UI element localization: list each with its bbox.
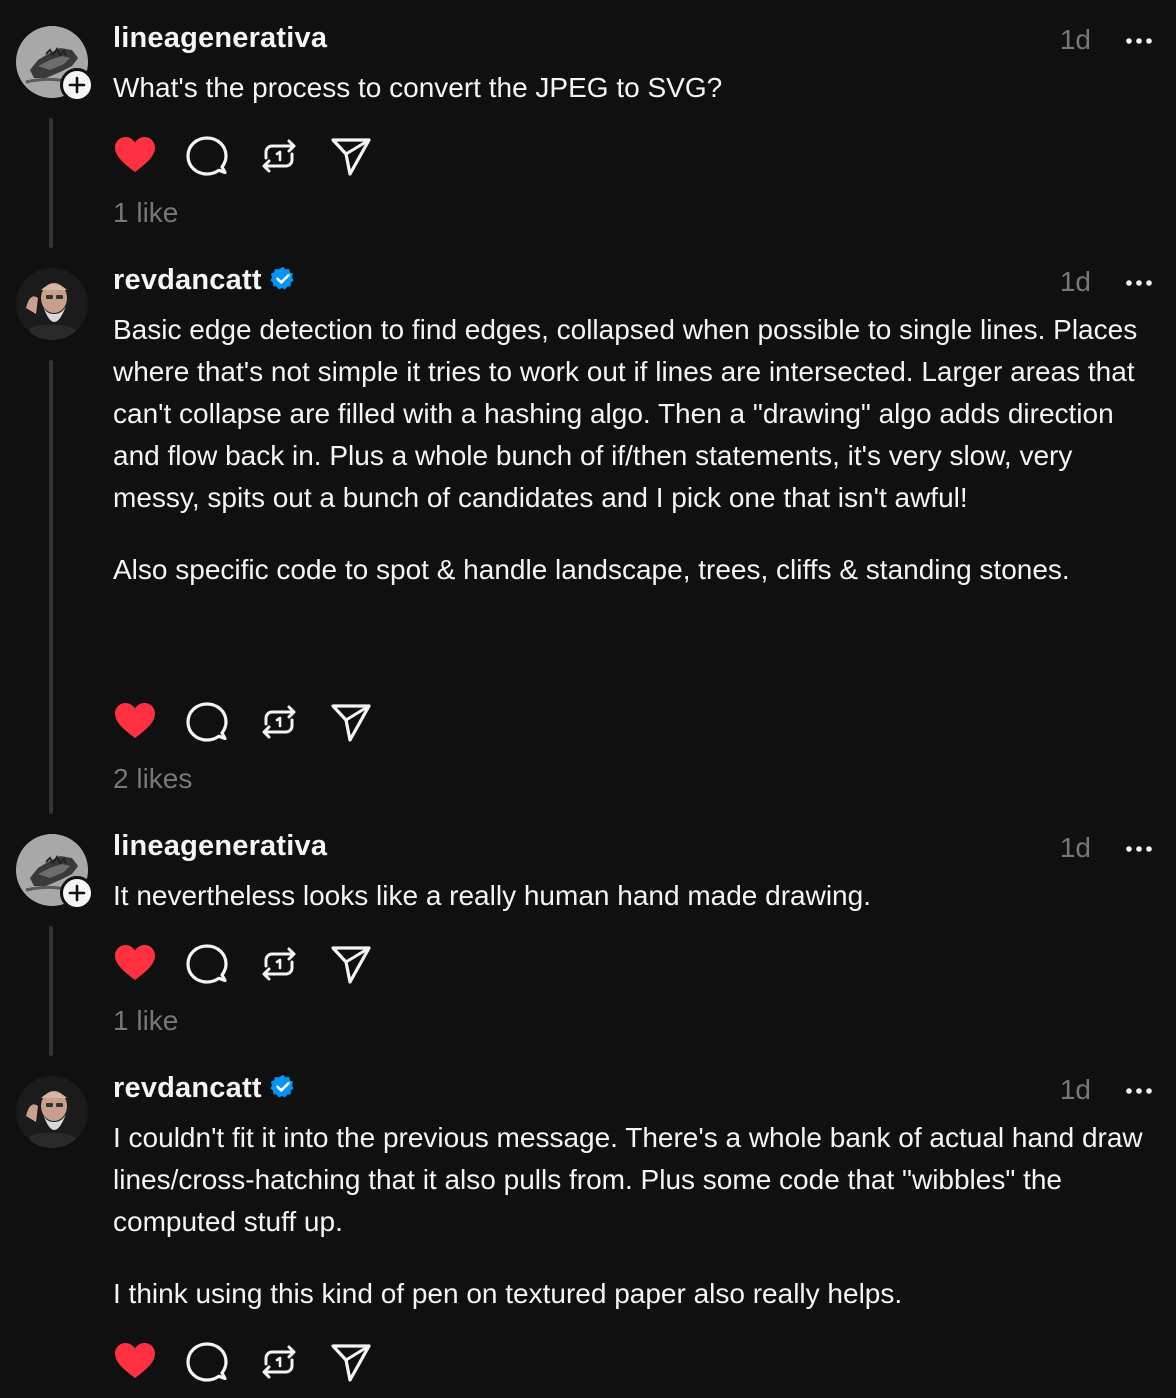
share-button[interactable] [329, 700, 373, 744]
speech-bubble-icon [186, 944, 228, 984]
send-icon [331, 1344, 371, 1382]
username[interactable]: revdancatt [113, 1072, 296, 1108]
send-icon [331, 704, 371, 742]
like-count[interactable]: 1 like [113, 1005, 178, 1037]
repost-button[interactable] [257, 942, 301, 986]
avatar-wrap[interactable] [16, 268, 88, 340]
reply-button[interactable] [185, 1340, 229, 1384]
post-paragraph: I couldn't fit it into the previous mess… [113, 1122, 1143, 1237]
follow-button[interactable] [60, 876, 94, 910]
username[interactable]: revdancatt [113, 264, 296, 300]
post-text: It nevertheless looks like a really huma… [113, 875, 1163, 917]
username-text[interactable]: revdancatt [113, 264, 262, 296]
plus-icon [68, 76, 86, 94]
like-button[interactable] [113, 700, 157, 744]
heart-icon [115, 703, 155, 738]
reply-button[interactable] [185, 942, 229, 986]
avatar-wrap[interactable] [16, 834, 94, 910]
more-options-button[interactable] [1124, 268, 1154, 298]
like-button[interactable] [113, 942, 157, 986]
thread-line [49, 926, 53, 1056]
more-options-button[interactable] [1124, 1076, 1154, 1106]
post-paragraph: It nevertheless looks like a really huma… [113, 880, 871, 911]
reply-button[interactable] [185, 700, 229, 744]
ellipsis-icon [1126, 846, 1152, 852]
post-paragraph: Also specific code to spot & handle land… [113, 554, 1070, 585]
avatar[interactable] [16, 1076, 88, 1148]
ellipsis-icon [1126, 280, 1152, 286]
send-icon [331, 138, 371, 176]
verified-badge-icon [270, 1074, 296, 1108]
timestamp[interactable]: 1d [1060, 266, 1091, 298]
username[interactable]: lineagenerativa [113, 22, 327, 55]
like-count[interactable]: 2 likes [113, 763, 192, 795]
post-text: I couldn't fit it into the previous mess… [113, 1117, 1163, 1315]
more-options-button[interactable] [1124, 834, 1154, 864]
share-button[interactable] [329, 942, 373, 986]
ellipsis-icon [1126, 1088, 1152, 1094]
username-text[interactable]: revdancatt [113, 1072, 262, 1104]
repost-arrows-icon [262, 947, 296, 981]
thread-line [49, 118, 53, 248]
repost-button[interactable] [257, 700, 301, 744]
more-options-button[interactable] [1124, 26, 1154, 56]
post-paragraph: What's the process to convert the JPEG t… [113, 72, 723, 103]
post-text: What's the process to convert the JPEG t… [113, 67, 1163, 109]
username[interactable]: lineagenerativa [113, 830, 327, 863]
repost-arrows-icon [262, 139, 296, 173]
post-paragraph: Basic edge detection to find edges, coll… [113, 314, 1138, 513]
avatar[interactable] [16, 268, 88, 340]
like-count[interactable]: 1 like [113, 197, 178, 229]
like-button[interactable] [113, 1340, 157, 1384]
speech-bubble-icon [186, 1342, 228, 1382]
repost-arrows-icon [262, 1345, 296, 1379]
repost-button[interactable] [257, 134, 301, 178]
post-text: Basic edge detection to find edges, coll… [113, 309, 1163, 591]
timestamp[interactable]: 1d [1060, 1074, 1091, 1106]
send-icon [331, 946, 371, 984]
post-paragraph: I think using this kind of pen on textur… [113, 1278, 903, 1309]
share-button[interactable] [329, 134, 373, 178]
heart-icon [115, 945, 155, 980]
ellipsis-icon [1126, 38, 1152, 44]
share-button[interactable] [329, 1340, 373, 1384]
avatar-wrap[interactable] [16, 1076, 88, 1148]
heart-icon [115, 1343, 155, 1378]
speech-bubble-icon [186, 136, 228, 176]
thread: lineagenerativa 1d What's the process to… [0, 0, 1176, 1398]
timestamp[interactable]: 1d [1060, 24, 1091, 56]
timestamp[interactable]: 1d [1060, 832, 1091, 864]
heart-icon [115, 137, 155, 172]
speech-bubble-icon [186, 702, 228, 742]
username-text[interactable]: lineagenerativa [113, 830, 327, 862]
thread-line [49, 360, 53, 814]
plus-icon [68, 884, 86, 902]
like-button[interactable] [113, 134, 157, 178]
verified-badge-icon [270, 266, 296, 300]
repost-button[interactable] [257, 1340, 301, 1384]
follow-button[interactable] [60, 68, 94, 102]
reply-button[interactable] [185, 134, 229, 178]
username-text[interactable]: lineagenerativa [113, 22, 327, 54]
avatar-wrap[interactable] [16, 26, 94, 102]
repost-arrows-icon [262, 705, 296, 739]
